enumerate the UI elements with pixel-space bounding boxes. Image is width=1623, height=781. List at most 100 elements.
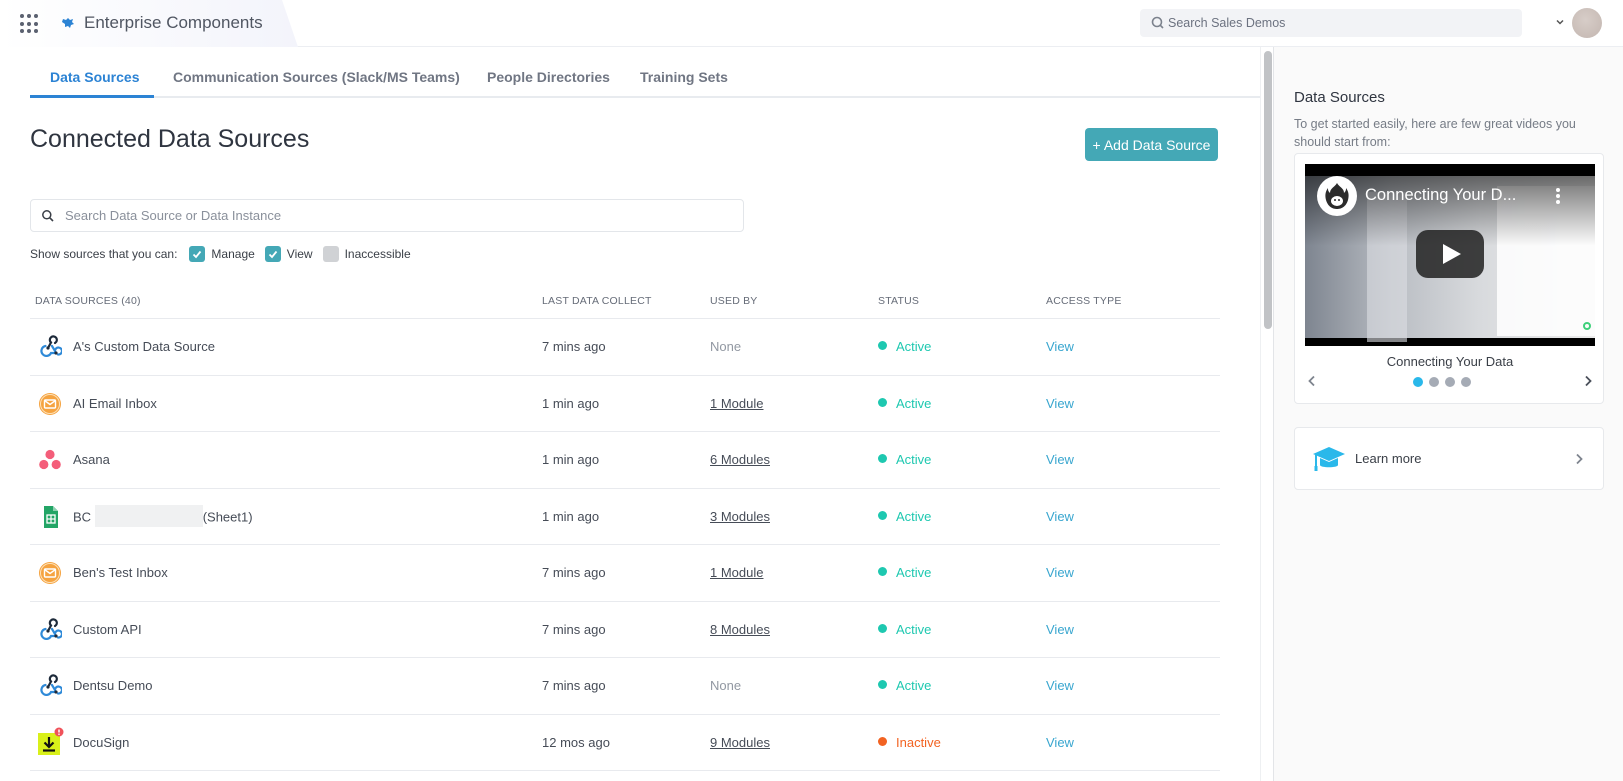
status-text: Active (896, 339, 932, 354)
table-row[interactable]: Custom API 7 mins ago 8 Modules Active V… (30, 602, 1220, 658)
warning-badge-icon (54, 727, 64, 736)
access-type-link[interactable]: View (1046, 339, 1074, 354)
learn-more-label: Learn more (1355, 451, 1422, 466)
used-by-modules-link[interactable]: 6 Modules (710, 452, 770, 467)
used-by-modules-link[interactable]: 9 Modules (710, 735, 770, 750)
video-caption: Connecting Your Data (1386, 354, 1514, 369)
used-by: 8 Modules (710, 622, 770, 637)
data-source-name[interactable]: DocuSign (73, 735, 129, 750)
video-player[interactable]: Connecting Your D... (1305, 164, 1595, 346)
chevron-right-icon[interactable] (1581, 374, 1595, 388)
status-dot (878, 510, 887, 520)
carousel-dot[interactable] (1461, 377, 1471, 387)
data-source-search[interactable] (30, 199, 744, 232)
data-source-name[interactable]: AI Email Inbox (73, 396, 157, 411)
used-by-modules-link[interactable]: 3 Modules (710, 509, 770, 524)
email-icon (39, 562, 61, 584)
carousel-dot[interactable] (1429, 377, 1439, 387)
scrollbar-thumb[interactable] (1264, 51, 1272, 329)
checkbox-manage[interactable]: Manage (189, 246, 255, 262)
status-badge: Active (878, 622, 931, 637)
access-type-link[interactable]: View (1046, 678, 1074, 693)
used-by-modules-link[interactable]: 1 Module (710, 565, 763, 580)
main-scrollbar[interactable] (1260, 47, 1274, 781)
status-dot (878, 567, 887, 576)
used-by-none: None (710, 339, 742, 354)
column-header-last-collect[interactable]: LAST DATA COLLECT (542, 295, 652, 307)
tab-communication-sources[interactable]: Communication Sources (Slack/MS Teams) (173, 69, 460, 85)
tab-data-sources[interactable]: Data Sources (50, 69, 139, 85)
page-title: Connected Data Sources (30, 125, 310, 153)
asana-icon (39, 449, 61, 470)
chevron-down-icon[interactable] (1554, 16, 1566, 28)
side-panel-title: Data Sources (1294, 89, 1385, 106)
column-header-used-by[interactable]: USED BY (710, 295, 758, 307)
status-text: Active (896, 621, 932, 637)
table-row[interactable]: Ben's Test Inbox 7 mins ago 1 Module Act… (30, 545, 1220, 602)
learn-more-card[interactable]: Learn more (1294, 427, 1604, 490)
table-row[interactable]: DocuSign 12 mos ago 9 Modules Inactive V… (30, 715, 1220, 771)
add-data-source-button[interactable]: + Add Data Source (1085, 128, 1218, 161)
last-collect: 12 mos ago (542, 734, 610, 750)
data-source-name[interactable]: Custom API (73, 622, 142, 637)
checkbox-label: Manage (211, 247, 255, 261)
access-type-link[interactable]: View (1046, 509, 1074, 524)
filter-label: Show sources that you can: (30, 247, 178, 261)
status-dot (878, 680, 887, 689)
last-collect: 1 min ago (542, 395, 600, 411)
access-type-link[interactable]: View (1046, 735, 1074, 750)
status-dot (878, 623, 887, 633)
tab-people-directories[interactable]: People Directories (487, 69, 610, 85)
status-badge: Active (878, 565, 931, 580)
checkbox-view[interactable]: View (264, 246, 313, 262)
access-type-link[interactable]: View (1046, 452, 1074, 467)
more-options-icon[interactable] (1555, 188, 1561, 206)
status-dot (878, 397, 887, 407)
access-type-link[interactable]: View (1046, 565, 1074, 580)
email-icon (39, 392, 61, 415)
checkbox-label: View (286, 247, 313, 261)
status-badge: Active (878, 509, 931, 524)
active-tab-indicator (30, 95, 154, 98)
data-source-name[interactable]: Asana (73, 452, 110, 467)
column-header-status[interactable]: STATUS (878, 295, 919, 307)
data-source-search-input[interactable] (65, 200, 735, 231)
access-type-link[interactable]: View (1046, 622, 1074, 637)
status-text: Active (896, 508, 932, 524)
used-by-modules-link[interactable]: 8 Modules (710, 622, 770, 637)
status-badge: Active (878, 452, 931, 467)
avatar[interactable] (1572, 8, 1602, 38)
data-source-name[interactable]: Dentsu Demo (73, 678, 152, 693)
access-type-link[interactable]: View (1046, 396, 1074, 411)
carousel-dot[interactable] (1413, 377, 1423, 387)
used-by-modules-link[interactable]: 1 Module (710, 396, 763, 411)
chevron-left-icon[interactable] (1305, 374, 1319, 388)
checkbox-checked-icon[interactable] (264, 246, 281, 262)
column-header-data-sources[interactable]: DATA SOURCES (40) (35, 295, 141, 307)
apps-grid-icon[interactable] (20, 14, 40, 34)
global-search-input[interactable] (1168, 9, 1508, 37)
tab-training-sets[interactable]: Training Sets (640, 69, 728, 85)
data-source-name[interactable]: BC (Sheet1) (73, 504, 253, 527)
table-row[interactable]: Dentsu Demo 7 mins ago None Active View (30, 658, 1220, 715)
app-title: Enterprise Components (84, 13, 263, 32)
play-icon[interactable] (1416, 230, 1484, 278)
carousel-dot[interactable] (1445, 377, 1455, 387)
status-badge: Inactive (878, 735, 941, 750)
status-dot (878, 736, 887, 746)
channel-logo-icon[interactable] (1317, 176, 1357, 216)
download-icon (38, 727, 64, 755)
data-source-name[interactable]: A's Custom Data Source (73, 339, 215, 354)
table-row[interactable]: Asana 1 min ago 6 Modules Active View (30, 432, 1220, 489)
table-row[interactable]: AI Email Inbox 1 min ago 1 Module Active… (30, 376, 1220, 432)
table-row[interactable]: A's Custom Data Source 7 mins ago None A… (30, 319, 1220, 376)
checkbox-inaccessible[interactable]: Inaccessible (322, 246, 411, 262)
data-source-name[interactable]: Ben's Test Inbox (73, 565, 168, 580)
column-header-access-type[interactable]: ACCESS TYPE (1046, 295, 1122, 307)
global-search[interactable] (1140, 9, 1522, 37)
table-row[interactable]: BC (Sheet1) 1 min ago 3 Modules Active V… (30, 489, 1220, 545)
checkbox-checked-icon[interactable] (189, 246, 206, 262)
checkbox-unchecked-icon[interactable] (322, 246, 339, 262)
used-by: 6 Modules (710, 452, 770, 467)
used-by: 1 Module (710, 396, 763, 411)
